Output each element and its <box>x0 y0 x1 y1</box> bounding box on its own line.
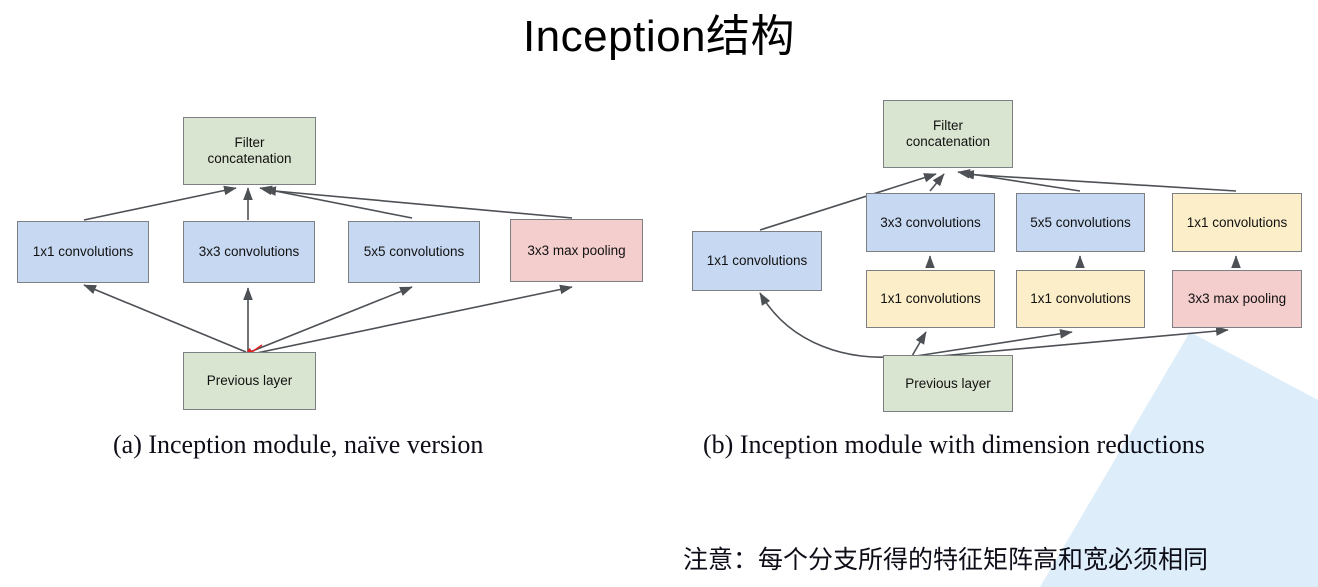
a-conv3x3-label: 3x3 convolutions <box>198 244 300 259</box>
caption-diagram-b: (b) Inception module with dimension redu… <box>703 430 1205 459</box>
a-previous-layer-label: Previous layer <box>206 373 293 388</box>
b-branch4-maxpool3x3-label: 3x3 max pooling <box>1187 291 1287 306</box>
b-branch2-reduce1x1-box: 1x1 convolutions <box>866 270 995 328</box>
b-filter-concatenation-line1: Filter <box>932 118 963 133</box>
a-conv1x1-box: 1x1 convolutions <box>17 221 149 283</box>
b-filter-concatenation-box: Filter concatenation <box>883 100 1013 168</box>
b-branch4-proj1x1-box: 1x1 convolutions <box>1172 193 1302 252</box>
a-filter-concatenation-line1: Filter <box>234 135 265 150</box>
slide-canvas: Inception结构 Filter concatenation 1x1 con… <box>0 0 1318 587</box>
b-branch3-conv5x5-label: 5x5 convolutions <box>1030 214 1131 230</box>
a-maxpool3x3-label: 3x3 max pooling <box>527 242 626 258</box>
a-filter-concatenation-label: Filter concatenation <box>207 135 291 167</box>
a-maxpool3x3-box: 3x3 max pooling <box>510 219 643 282</box>
b-branch2-conv3x3-label: 3x3 convolutions <box>880 214 981 230</box>
b-previous-layer-box: Previous layer <box>883 355 1013 412</box>
b-branch1-conv1x1-box: 1x1 convolutions <box>692 231 822 291</box>
b-branch4-maxpool3x3-box: 3x3 max pooling <box>1172 270 1302 328</box>
a-previous-layer-box: Previous layer <box>183 352 316 410</box>
b-filter-concatenation-label: Filter concatenation <box>906 118 990 150</box>
b-branch1-conv1x1-label: 1x1 convolutions <box>706 253 808 268</box>
b-filter-concatenation-line2: concatenation <box>905 134 991 149</box>
b-branch3-reduce1x1-box: 1x1 convolutions <box>1016 270 1145 328</box>
b-branch4-proj1x1-label: 1x1 convolutions <box>1186 214 1288 230</box>
a-conv5x5-label: 5x5 convolutions <box>363 244 465 259</box>
a-filter-concatenation-box: Filter concatenation <box>183 117 316 185</box>
b-branch2-reduce1x1-label: 1x1 convolutions <box>880 291 981 306</box>
b-branch2-conv3x3-box: 3x3 convolutions <box>866 193 995 252</box>
a-conv5x5-box: 5x5 convolutions <box>348 221 480 283</box>
a-filter-concatenation-line2: concatenation <box>207 151 292 166</box>
a-conv1x1-label: 1x1 convolutions <box>32 244 134 259</box>
note-text: 注意：每个分支所得的特征矩阵高和宽必须相同 <box>683 547 1209 574</box>
b-branch3-reduce1x1-label: 1x1 convolutions <box>1030 291 1131 306</box>
b-previous-layer-label: Previous layer <box>905 375 991 391</box>
b-branch3-conv5x5-box: 5x5 convolutions <box>1016 193 1145 252</box>
caption-diagram-a: (a) Inception module, naïve version <box>113 430 484 459</box>
a-conv3x3-box: 3x3 convolutions <box>183 221 315 283</box>
